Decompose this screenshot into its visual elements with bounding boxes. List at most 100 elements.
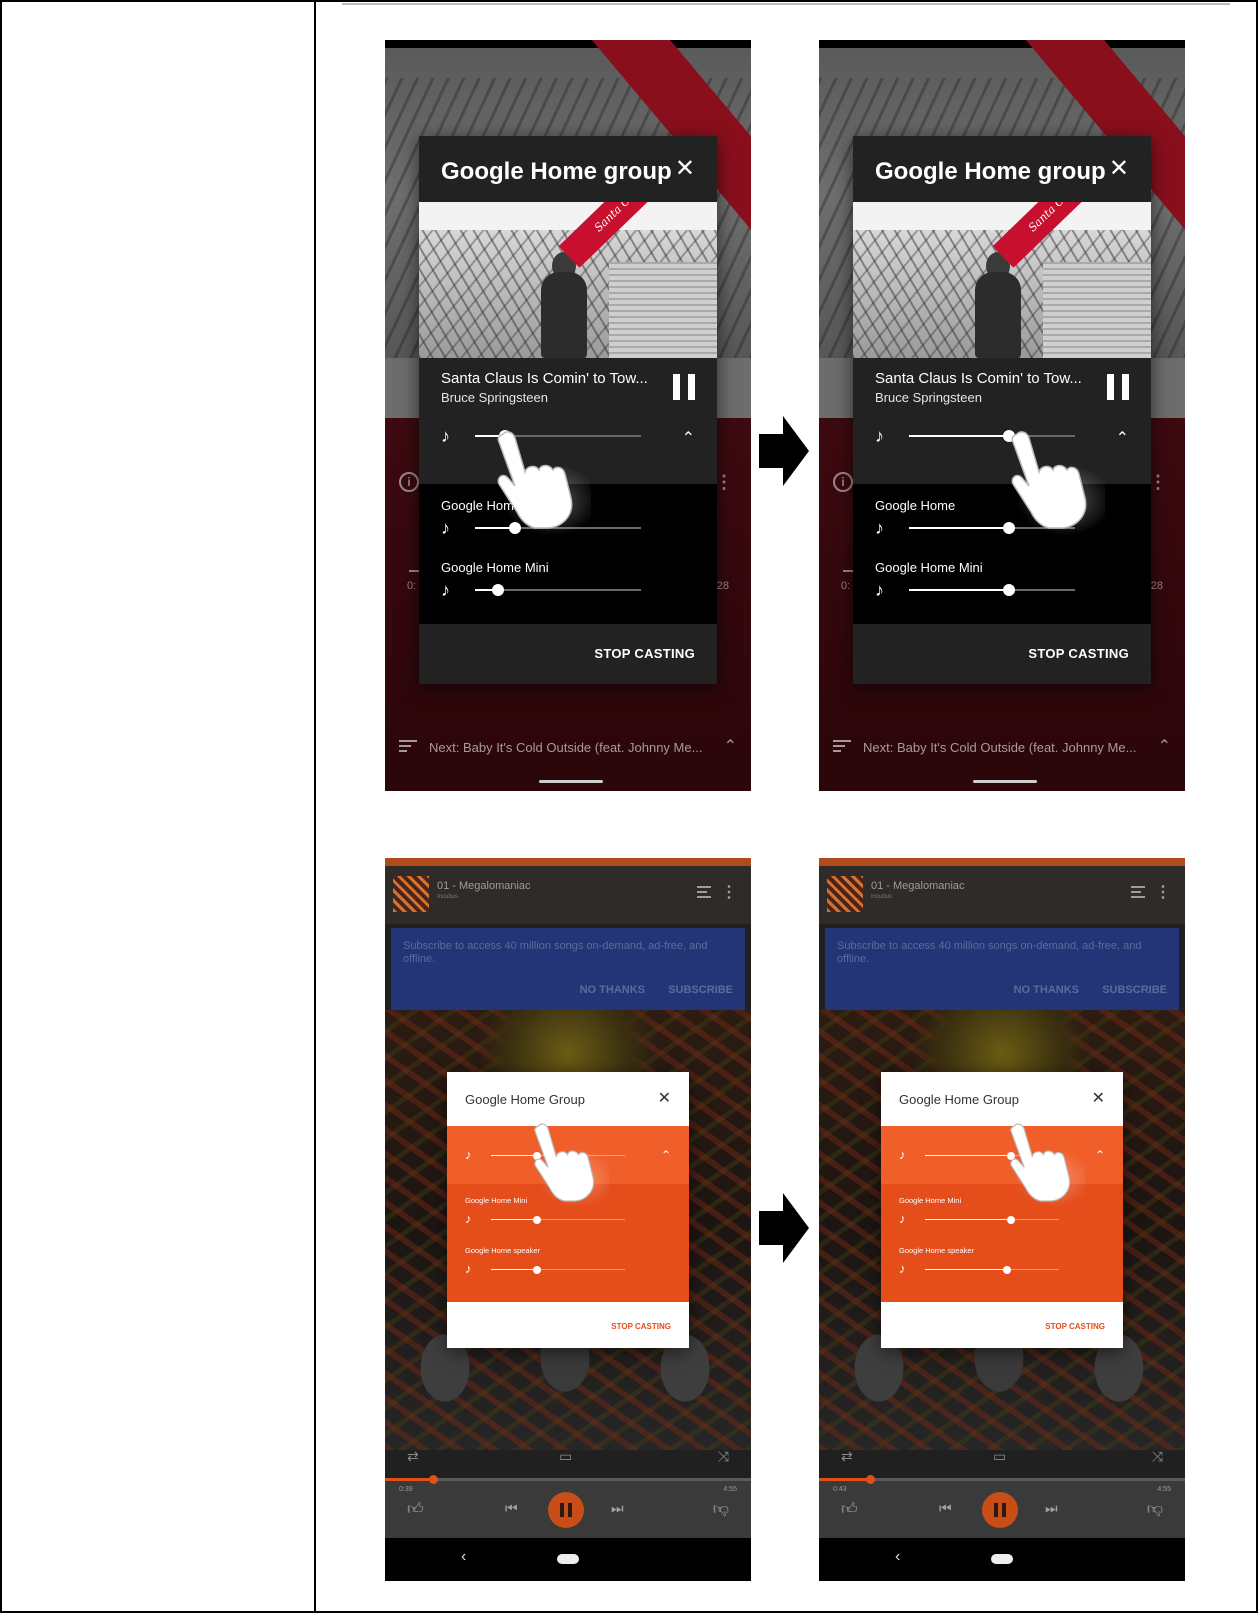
chevron-up-icon[interactable]: ⌃ — [661, 1148, 671, 1162]
device-label: Google Home speaker — [465, 1246, 541, 1255]
device-label: Google Home speaker — [899, 1246, 975, 1255]
music-note-icon: ♪ — [441, 580, 450, 600]
close-icon[interactable]: ✕ — [675, 154, 695, 183]
queue-icon — [399, 740, 417, 754]
home-indicator[interactable] — [973, 780, 1037, 783]
slider-thumb[interactable] — [532, 1216, 541, 1224]
seek-bar[interactable] — [819, 1475, 1185, 1484]
song-artist: Incubus — [437, 894, 459, 900]
thumbs-up-icon[interactable]: 👍︎ — [407, 1500, 424, 1519]
navigation-bar: ‹ — [819, 1538, 1185, 1581]
back-icon[interactable]: ‹ — [895, 1548, 900, 1566]
pause-icon[interactable] — [1107, 374, 1129, 400]
elapsed-time: 0:43 — [833, 1486, 847, 1493]
back-icon[interactable]: ‹ — [461, 1548, 466, 1566]
no-thanks-button[interactable]: NO THANKS — [1014, 984, 1079, 996]
device-label: Google Home Mini — [465, 1196, 528, 1205]
total-time: 4:55 — [1157, 1486, 1171, 1493]
skip-previous-icon[interactable]: ⏮ — [939, 1500, 952, 1517]
slider-thumb[interactable] — [1006, 1216, 1015, 1224]
home-indicator[interactable] — [539, 780, 603, 783]
pause-icon[interactable] — [548, 1492, 584, 1528]
device-label: Google Home Mini — [899, 1196, 962, 1205]
subscribe-banner: Subscribe to access 40 million songs on-… — [825, 928, 1179, 1010]
more-options-icon[interactable]: ⋮ — [1149, 472, 1167, 493]
seek-thumb[interactable] — [866, 1475, 876, 1484]
music-note-icon: ♪ — [899, 1261, 906, 1276]
more-options-icon[interactable]: ⋮ — [721, 882, 737, 902]
device-volume-slider[interactable]: ♪ — [899, 1262, 1059, 1276]
device-volume-slider[interactable]: ♪ — [465, 1262, 625, 1276]
pause-icon[interactable] — [982, 1492, 1018, 1528]
device-label: Google Home Mini — [441, 560, 549, 575]
chevron-up-icon[interactable]: ⌃ — [682, 428, 695, 448]
repeat-icon[interactable]: ⇄ — [841, 1448, 853, 1465]
close-icon[interactable]: ✕ — [1092, 1088, 1105, 1108]
pause-icon[interactable] — [673, 374, 695, 400]
queue-icon[interactable] — [1131, 886, 1145, 898]
arrow-right-icon — [759, 1193, 809, 1263]
close-icon[interactable]: ✕ — [1109, 154, 1129, 183]
more-options-icon[interactable]: ⋮ — [715, 472, 733, 493]
no-thanks-button[interactable]: NO THANKS — [580, 984, 645, 996]
info-icon[interactable]: i — [399, 472, 419, 492]
next-up-text: Next: Baby It's Cold Outside (feat. John… — [429, 740, 703, 755]
seek-bar[interactable] — [385, 1475, 751, 1484]
subscribe-button[interactable]: SUBSCRIBE — [1102, 984, 1167, 996]
slider-thumb[interactable] — [1002, 584, 1015, 596]
skip-next-icon[interactable]: ⏭ — [1045, 1500, 1058, 1517]
chevron-up-icon[interactable]: ⌃ — [1116, 428, 1129, 448]
cast-dialog: Google Home group ✕ Santa Claus Is Comin… — [419, 136, 717, 684]
slider-thumb[interactable] — [492, 584, 505, 596]
shuffle-icon[interactable]: ⤨ — [718, 1448, 729, 1465]
stop-casting-button[interactable]: STOP CASTING — [611, 1322, 671, 1331]
thumbs-down-icon[interactable]: 👎︎ — [1147, 1500, 1163, 1519]
slider-thumb[interactable] — [532, 1266, 541, 1274]
shuffle-icon[interactable]: ⤨ — [1152, 1448, 1163, 1465]
track-artist: Bruce Springsteen — [875, 390, 982, 405]
seek-thumb[interactable] — [428, 1475, 438, 1484]
thumbs-up-icon[interactable]: 👍︎ — [841, 1500, 858, 1519]
cast-dialog: Google Home Group ✕ ♪ ⌃ Google Home Mini… — [881, 1072, 1123, 1348]
device-volume-slider[interactable]: ♪ — [441, 580, 641, 600]
chevron-up-icon[interactable]: ⌃ — [1095, 1148, 1105, 1162]
now-playing-bar: 01 - Megalomaniac Incubus ⋮ — [385, 866, 751, 924]
total-time: 28 — [1150, 580, 1163, 592]
close-icon[interactable]: ✕ — [658, 1088, 671, 1108]
music-note-icon: ♪ — [441, 426, 450, 446]
skip-next-icon[interactable]: ⏭ — [611, 1500, 624, 1517]
status-bar — [385, 40, 751, 48]
banner-text: Subscribe to access 40 million songs on-… — [403, 940, 708, 965]
chevron-up-icon[interactable]: ⌃ — [724, 736, 737, 756]
home-button[interactable] — [991, 1554, 1013, 1564]
device-volume-slider[interactable]: ♪ — [899, 1212, 1059, 1226]
slider-thumb[interactable] — [1002, 1266, 1011, 1274]
dialog-title: Google Home group — [441, 158, 672, 185]
skip-previous-icon[interactable]: ⏮ — [505, 1500, 518, 1517]
next-up-text: Next: Baby It's Cold Outside (feat. John… — [863, 740, 1137, 755]
device-label: Google Home — [875, 498, 956, 513]
queue-icon — [833, 740, 851, 754]
cast-icon[interactable]: ▭ — [993, 1448, 1006, 1465]
next-up-bar[interactable]: Next: Baby It's Cold Outside (feat. John… — [385, 728, 751, 768]
cast-icon[interactable]: ▭ — [559, 1448, 572, 1465]
album-thumbnail[interactable] — [393, 876, 429, 912]
album-art: Santa Claus Is Comin' To Town — [419, 202, 717, 358]
next-up-bar[interactable]: Next: Baby It's Cold Outside (feat. John… — [819, 728, 1185, 768]
repeat-icon[interactable]: ⇄ — [407, 1448, 419, 1465]
device-volume-slider[interactable]: ♪ — [875, 580, 1075, 600]
navigation-bar: ‹ — [385, 1538, 751, 1581]
chevron-up-icon[interactable]: ⌃ — [1158, 736, 1171, 756]
subscribe-button[interactable]: SUBSCRIBE — [668, 984, 733, 996]
stop-casting-button[interactable]: STOP CASTING — [1028, 646, 1129, 661]
device-volume-slider[interactable]: ♪ — [465, 1212, 625, 1226]
more-options-icon[interactable]: ⋮ — [1155, 882, 1171, 902]
home-button[interactable] — [557, 1554, 579, 1564]
subscribe-banner: Subscribe to access 40 million songs on-… — [391, 928, 745, 1010]
stop-casting-button[interactable]: STOP CASTING — [1045, 1322, 1105, 1331]
info-icon[interactable]: i — [833, 472, 853, 492]
thumbs-down-icon[interactable]: 👎︎ — [713, 1500, 729, 1519]
stop-casting-button[interactable]: STOP CASTING — [594, 646, 695, 661]
queue-icon[interactable] — [697, 886, 711, 898]
album-thumbnail[interactable] — [827, 876, 863, 912]
